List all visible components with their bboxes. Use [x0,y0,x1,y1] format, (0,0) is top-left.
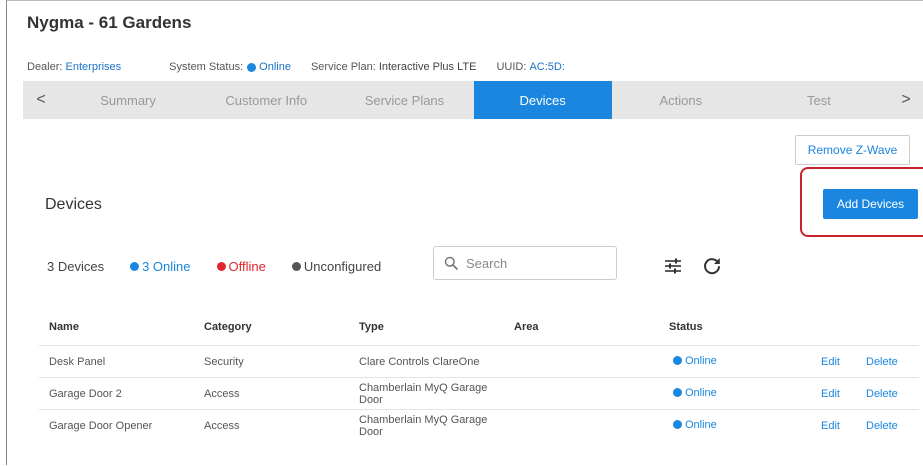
cell-type: Clare Controls ClareOne [359,345,514,378]
cell-type: Chamberlain MyQ Garage Door [359,409,514,441]
cell-type: Chamberlain MyQ Garage Door [359,377,514,410]
cell-delete: Delete [866,345,919,378]
section-title: Devices [45,196,102,213]
devices-table: Name Category Type Area Status Desk Pane… [39,309,919,441]
tab-bar: < Summary Customer Info Service Plans De… [23,81,923,119]
column-header-edit [821,309,866,346]
cell-name: Desk Panel [39,345,204,378]
table-row: Garage Door Opener Access Chamberlain My… [39,409,919,441]
table-row: Garage Door 2 Access Chamberlain MyQ Gar… [39,377,919,410]
online-dot-icon [130,262,140,271]
search-icon [444,256,458,270]
column-header-type[interactable]: Type [359,309,514,346]
delete-link[interactable]: Delete [866,356,898,368]
online-status-dot-icon [247,62,257,72]
status-value: Online [685,418,717,431]
edit-link[interactable]: Edit [821,356,840,368]
filter-online[interactable]: 3 Online [126,259,191,274]
online-dot-icon [673,356,682,366]
cell-delete: Delete [866,377,919,410]
online-dot-icon [673,420,682,430]
cell-status: Online [669,377,821,410]
tab-next-button[interactable]: > [888,81,923,119]
uuid-value: AC:5D: [529,61,565,73]
sliders-icon[interactable] [663,257,683,275]
search-input[interactable] [464,254,608,272]
tab-customer-info[interactable]: Customer Info [197,81,335,119]
cell-edit: Edit [821,409,866,441]
devices-panel: Remove Z-Wave Devices Add Devices 3 Devi… [23,119,923,466]
cell-category: Security [204,345,359,378]
cell-delete: Delete [866,409,919,441]
tab-service-plans[interactable]: Service Plans [335,81,473,119]
cell-area [514,377,669,410]
cell-category: Access [204,409,359,441]
tab-actions[interactable]: Actions [612,81,750,119]
cell-edit: Edit [821,345,866,378]
cell-edit: Edit [821,377,866,410]
status-value: Online [685,386,717,399]
status-value: Online [685,354,717,367]
chevron-left-icon: < [36,91,46,108]
tab-summary[interactable]: Summary [59,81,197,119]
remove-zwave-button[interactable]: Remove Z-Wave [795,135,910,165]
tab-test[interactable]: Test [750,81,888,119]
table-header-row: Name Category Type Area Status [39,309,919,346]
delete-link[interactable]: Delete [866,388,898,400]
device-count-label: 3 Devices [47,259,105,274]
cell-area [514,345,669,378]
filter-offline-label: Offline [228,259,266,274]
column-header-area[interactable]: Area [514,309,669,346]
page-title: Nygma - 61 Gardens [27,13,192,32]
column-header-name[interactable]: Name [39,309,204,346]
chevron-right-icon: > [901,91,911,108]
offline-dot-icon [216,262,226,271]
column-header-delete [866,309,919,346]
uuid-label: UUID: [496,61,527,73]
system-info-bar: Dealer: Enterprises System Status: Onlin… [27,61,565,73]
cell-status: Online [669,409,821,441]
tab-prev-button[interactable]: < [23,81,59,119]
filter-unconfigured-label: Unconfigured [303,259,382,274]
cell-name: Garage Door 2 [39,377,204,410]
column-header-category[interactable]: Category [204,309,359,346]
cell-category: Access [204,377,359,410]
app-frame: Nygma - 61 Gardens Dealer: Enterprises S… [6,0,923,465]
dealer-label: Dealer: [27,61,63,73]
edit-link[interactable]: Edit [821,420,840,432]
table-row: Desk Panel Security Clare Controls Clare… [39,345,919,378]
add-devices-button[interactable]: Add Devices [823,189,918,219]
service-plan-value: Interactive Plus LTE [378,61,477,73]
unconfigured-dot-icon [291,262,301,271]
cell-name: Garage Door Opener [39,409,204,441]
tab-devices[interactable]: Devices [473,81,612,119]
service-plan-label: Service Plan: [310,61,376,73]
device-filters: 3 Devices 3 Online Offline Unconfigured [47,259,403,274]
cell-area [514,409,669,441]
device-count: 3 Devices [47,259,104,274]
column-header-status[interactable]: Status [669,309,821,346]
system-status-value: Online [259,61,291,73]
cell-status: Online [669,345,821,378]
filter-online-label: 3 Online [142,259,191,274]
online-dot-icon [673,388,682,398]
delete-link[interactable]: Delete [866,420,898,432]
system-status-label: System Status: [169,61,244,73]
edit-link[interactable]: Edit [821,388,840,400]
dealer-link[interactable]: Enterprises [66,61,122,73]
filter-unconfigured[interactable]: Unconfigured [288,259,381,274]
filter-offline[interactable]: Offline [213,259,266,274]
refresh-icon[interactable] [702,256,722,276]
search-box[interactable] [433,246,617,280]
